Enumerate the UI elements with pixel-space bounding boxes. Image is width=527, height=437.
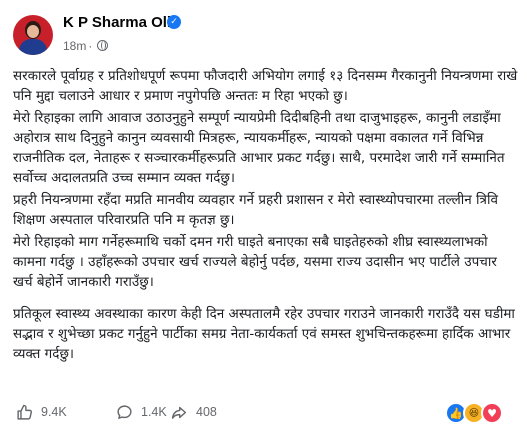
share-icon [171,406,187,419]
meta-separator: · [88,39,93,53]
avatar[interactable] [13,15,53,55]
post-paragraph: मेरो रिहाइको माग गर्नेहरूमाथि चर्को दमन … [13,234,497,290]
post-footer: 9.4K 1.4K 408 👍 😆 ♥ [13,400,513,424]
verified-badge-icon: ✓ [167,15,181,29]
reaction-summary[interactable]: 👍 😆 ♥ [445,402,503,424]
comment-count: 1.4K [141,405,167,419]
comment-icon [117,404,132,419]
avatar-body [19,39,47,55]
post-paragraph: मेरो रिहाइका लागि आवाज उठाउनुहुने सम्पूर… [13,110,505,186]
post-paragraph: प्रतिकूल स्वास्थ्य अवस्थाका कारण केही दि… [13,306,515,362]
avatar-face [27,25,39,38]
post-paragraph: प्रहरी नियन्त्रणमा रहँदा मप्रति मानवीय व… [13,192,499,228]
globe-icon [97,40,109,51]
share-count: 408 [196,405,217,419]
post-paragraph: सरकारले पूर्वाग्रह र प्रतिशोधपूर्ण रूपमा… [13,68,518,104]
like-icon [17,404,33,420]
post-meta: 18m · [63,39,109,53]
post-time[interactable]: 18m [63,39,86,53]
like-count: 9.4K [41,405,67,419]
comment-button[interactable]: 1.4K [116,400,167,424]
post-body: सरकारले पूर्वाग्रह र प्रतिशोधपूर्ण रूपमा… [13,66,519,366]
share-button[interactable]: 408 [170,400,217,424]
like-button[interactable]: 9.4K [16,400,67,424]
post-header: K P Sharma Oli ✓ 18m · [13,14,513,57]
author-name[interactable]: K P Sharma Oli [63,14,171,31]
love-reaction-icon: ♥ [481,402,503,424]
